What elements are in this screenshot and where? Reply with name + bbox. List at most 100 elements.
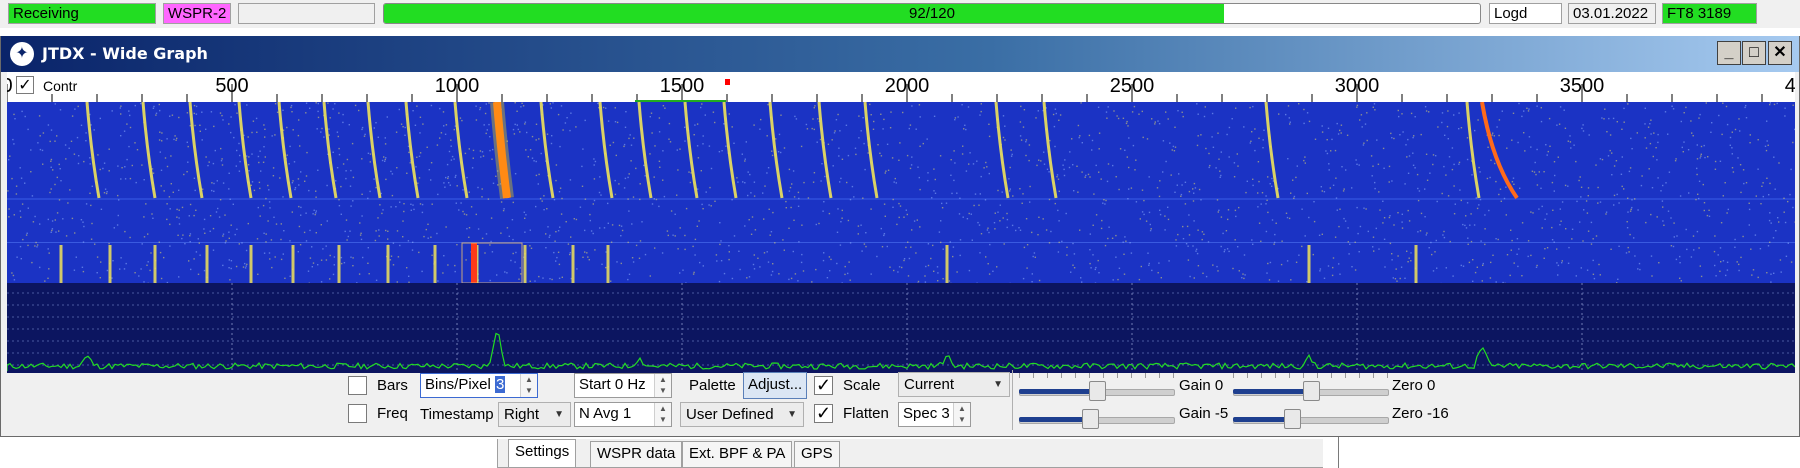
bins-per-pixel-spinbox[interactable]: Bins/Pixel 3 ▲ ▼ bbox=[420, 373, 538, 398]
gain-label-2: Gain -5 bbox=[1179, 405, 1229, 422]
slider-ticks bbox=[1019, 373, 1175, 378]
signal-trace bbox=[404, 102, 420, 199]
signal-trace bbox=[768, 102, 784, 199]
start-spin-arrows[interactable]: ▲ ▼ bbox=[654, 374, 671, 397]
zero-slider-2[interactable] bbox=[1233, 409, 1389, 429]
date-field: 03.01.2022 bbox=[1568, 3, 1656, 24]
slider-thumb[interactable] bbox=[1303, 381, 1320, 401]
timestamp-label: Timestamp bbox=[420, 406, 494, 423]
waterfall-display[interactable] bbox=[7, 102, 1795, 283]
scale-tick-label: 2500 bbox=[1110, 75, 1155, 97]
signal-trace bbox=[322, 102, 338, 199]
slider-fill bbox=[1019, 417, 1090, 422]
gain-slider-2[interactable] bbox=[1019, 409, 1175, 429]
signal-trace bbox=[1264, 102, 1280, 199]
bins-per-pixel-value: 3 bbox=[495, 376, 506, 393]
signal-trace bbox=[237, 102, 253, 199]
signal-trace bbox=[1465, 102, 1481, 199]
freq-label: Freq bbox=[377, 405, 408, 422]
spec-spinbox[interactable]: Spec 3 ▲ ▼ bbox=[898, 402, 971, 427]
scale-tick-label: 1500 bbox=[660, 75, 705, 97]
chevron-down-icon: ▼ bbox=[787, 409, 797, 420]
spectrum-trace bbox=[7, 332, 1795, 371]
frequency-scale[interactable]: 0 500 1000 1500 2000 2500 3000 3500 4000 ✓ Contr bbox=[7, 72, 1795, 102]
spec-value: Spec 3 bbox=[903, 405, 950, 422]
signal-trace bbox=[85, 102, 101, 199]
maximize-button[interactable]: □ bbox=[1742, 41, 1766, 65]
spectrum-display[interactable] bbox=[7, 283, 1795, 373]
scale-tick-label: 3500 bbox=[1560, 75, 1605, 97]
main-window-tabs: Settings WSPR data Ext. BPF & PA GPS bbox=[497, 439, 1323, 468]
chevron-down-icon: ▼ bbox=[993, 379, 1003, 390]
controls-label: Contr bbox=[43, 78, 78, 94]
bins-per-pixel-label: Bins/Pixel bbox=[425, 376, 491, 393]
waterfall-svg bbox=[7, 102, 1795, 283]
signal-trace bbox=[453, 102, 469, 199]
spectrum-svg bbox=[7, 283, 1795, 373]
adjust-palette-button[interactable]: Adjust... bbox=[743, 372, 808, 399]
scale-label: Scale bbox=[843, 377, 881, 394]
start-frequency-spinbox[interactable]: Start 0 Hz ▲ ▼ bbox=[574, 373, 672, 398]
spec-spin-arrows[interactable]: ▲ ▼ bbox=[953, 403, 970, 426]
signal-trace bbox=[277, 102, 293, 199]
slider-ticks bbox=[1233, 373, 1389, 378]
bars-checkbox[interactable] bbox=[348, 376, 367, 395]
mode-badge: WSPR-2 bbox=[163, 3, 231, 24]
tab-wspr-data[interactable]: WSPR data bbox=[590, 441, 683, 468]
gain-label-1: Gain 0 bbox=[1179, 377, 1224, 394]
minimize-button[interactable]: _ bbox=[1717, 41, 1741, 65]
close-button[interactable]: ✕ bbox=[1768, 41, 1792, 65]
signal-trace bbox=[366, 102, 382, 199]
empty-status-field bbox=[238, 3, 375, 24]
palette-label: Palette bbox=[689, 377, 736, 394]
signal-trace bbox=[683, 102, 699, 199]
window-title: JTDX - Wide Graph bbox=[42, 44, 208, 63]
scale-tick-label: 4000 bbox=[1785, 75, 1795, 97]
n-avg-spinbox[interactable]: N Avg 1 ▲ ▼ bbox=[574, 402, 672, 427]
slider-fill bbox=[1019, 389, 1097, 394]
signal-trace bbox=[598, 102, 614, 199]
window-edge bbox=[1338, 437, 1339, 468]
palette-value: User Defined bbox=[686, 406, 774, 423]
scale-checkbox[interactable]: ✓ bbox=[814, 376, 833, 395]
bins-spin-arrows[interactable]: ▲ ▼ bbox=[520, 374, 537, 397]
scale-tick-label: 500 bbox=[215, 75, 248, 97]
palette-dropdown[interactable]: User Defined ▼ bbox=[680, 402, 804, 427]
timestamp-dropdown[interactable]: Right ▼ bbox=[498, 402, 571, 427]
scale-tick-label: 1000 bbox=[435, 75, 480, 97]
progress-text: 92/120 bbox=[909, 5, 955, 22]
signal-trace bbox=[817, 102, 833, 199]
signal-trace bbox=[539, 102, 555, 199]
slider-thumb[interactable] bbox=[1284, 409, 1301, 429]
start-frequency-value: Start 0 Hz bbox=[579, 376, 646, 393]
log-field: Logd bbox=[1489, 3, 1562, 24]
slider-thumb[interactable] bbox=[1089, 381, 1106, 401]
n-avg-value: N Avg 1 bbox=[579, 405, 632, 422]
wide-graph[interactable]: 0 500 1000 1500 2000 2500 3000 3500 4000 ✓ Contr bbox=[7, 72, 1795, 373]
signal-trace bbox=[863, 102, 879, 199]
bars-label: Bars bbox=[377, 377, 408, 394]
spectrum-source-dropdown[interactable]: Current ▼ bbox=[898, 372, 1010, 397]
scale-tick-label: 2000 bbox=[885, 75, 930, 97]
flatten-checkbox[interactable]: ✓ bbox=[814, 404, 833, 423]
status-bar: Receiving WSPR-2 92/120 Logd 03.01.2022 … bbox=[0, 0, 1800, 28]
freq-checkbox[interactable] bbox=[348, 404, 367, 423]
zero-slider-1[interactable] bbox=[1233, 373, 1389, 401]
slider-fill bbox=[1233, 389, 1311, 394]
n-avg-spin-arrows[interactable]: ▲ ▼ bbox=[654, 403, 671, 426]
signal-trace bbox=[722, 102, 738, 199]
controls-checkbox[interactable]: ✓ bbox=[16, 76, 34, 94]
gain-slider-1[interactable] bbox=[1019, 373, 1175, 401]
tab-gps[interactable]: GPS bbox=[794, 441, 840, 468]
zero-label-1: Zero 0 bbox=[1392, 377, 1436, 394]
slider-thumb[interactable] bbox=[1082, 409, 1099, 429]
title-bar[interactable]: ✦ JTDX - Wide Graph _ □ ✕ bbox=[1, 36, 1799, 72]
signal-trace bbox=[1042, 102, 1058, 199]
frequency-scale-svg: 0 500 1000 1500 2000 2500 3000 3500 4000 bbox=[7, 75, 1795, 102]
app-compass-icon: ✦ bbox=[10, 42, 34, 66]
flatten-label: Flatten bbox=[843, 405, 889, 422]
zero-label-2: Zero -16 bbox=[1392, 405, 1449, 422]
tab-settings[interactable]: Settings bbox=[508, 439, 577, 468]
mode-frequency-field: FT8 3189 bbox=[1662, 3, 1757, 24]
tab-ext-bpf-pa[interactable]: Ext. BPF & PA bbox=[682, 441, 793, 468]
